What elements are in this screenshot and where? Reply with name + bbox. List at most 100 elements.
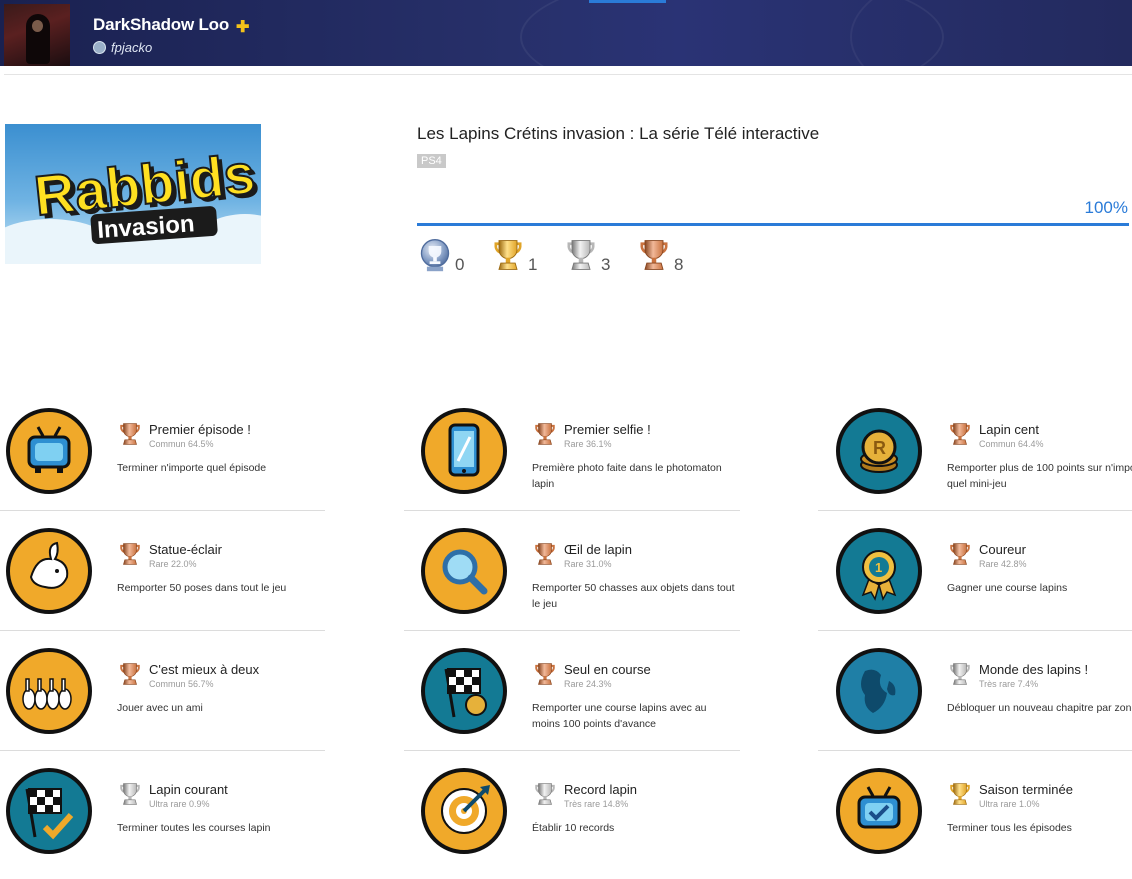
divider bbox=[404, 630, 740, 631]
plus-icon: ✚ bbox=[236, 19, 250, 36]
trophy-description: Débloquer un nouveau chapitre par zone bbox=[947, 702, 1132, 714]
platinum-trophy-count: 0 bbox=[455, 254, 465, 274]
trophy-rarity: Ultra rare 0.9% bbox=[149, 799, 210, 809]
trophy-item[interactable]: Premier épisode ! Commun 64.5% Terminer … bbox=[5, 407, 335, 519]
trophy-item[interactable]: R Lapin cent Commun 64.4% Remporter plus… bbox=[835, 407, 1132, 519]
bronze-trophy-icon bbox=[532, 661, 558, 685]
silver-trophy-icon bbox=[117, 781, 143, 805]
coin-stack-icon[interactable]: R bbox=[835, 407, 923, 495]
profile-username[interactable]: DarkShadow Loo bbox=[93, 15, 229, 35]
tv-check-icon[interactable] bbox=[835, 767, 923, 855]
trophy-name[interactable]: C'est mieux à deux bbox=[149, 662, 259, 677]
bronze-trophy-icon bbox=[532, 541, 558, 565]
trophy-item[interactable]: Record lapin Très rare 14.8% Établir 10 … bbox=[420, 767, 750, 879]
trophy-name[interactable]: Monde des lapins ! bbox=[979, 662, 1088, 677]
trophy-name[interactable]: Lapin courant bbox=[149, 782, 228, 797]
silver-trophy-icon bbox=[947, 661, 973, 685]
bronze-trophy-icon bbox=[117, 421, 143, 445]
divider bbox=[404, 750, 740, 751]
divider bbox=[404, 510, 740, 511]
trophy-description: Établir 10 records bbox=[532, 822, 615, 834]
trophy-rarity: Très rare 14.8% bbox=[564, 799, 629, 809]
bronze-trophy-icon bbox=[117, 661, 143, 685]
trophy-item[interactable]: Lapin courant Ultra rare 0.9% Terminer t… bbox=[5, 767, 335, 879]
divider bbox=[4, 74, 1132, 75]
bronze-trophy-icon bbox=[947, 541, 973, 565]
target-icon[interactable] bbox=[420, 767, 508, 855]
trophy-description: Première photo faite dans le photomaton … bbox=[532, 462, 722, 490]
game-title: Les Lapins Crétins invasion : La série T… bbox=[417, 124, 820, 143]
header-active-indicator bbox=[589, 0, 666, 3]
profile-header: DarkShadow Loo ✚ fpjacko bbox=[0, 0, 1132, 66]
gold-trophy-icon bbox=[490, 237, 526, 278]
trophy-rarity: Commun 56.7% bbox=[149, 679, 214, 689]
trophy-item[interactable]: Premier selfie ! Rare 36.1% Première pho… bbox=[420, 407, 750, 519]
trophy-name[interactable]: Premier selfie ! bbox=[564, 422, 651, 437]
trophy-name[interactable]: Premier épisode ! bbox=[149, 422, 251, 437]
bronze-trophy-count: 8 bbox=[674, 254, 684, 274]
trophy-description: Remporter 50 chasses aux objets dans tou… bbox=[532, 582, 735, 610]
svg-text:1: 1 bbox=[875, 560, 882, 575]
trophy-rarity: Ultra rare 1.0% bbox=[979, 799, 1040, 809]
trophy-name[interactable]: Lapin cent bbox=[979, 422, 1039, 437]
trophy-name[interactable]: Œil de lapin bbox=[564, 542, 632, 557]
trophy-rarity: Commun 64.5% bbox=[149, 439, 214, 449]
trophy-description: Terminer tous les épisodes bbox=[947, 822, 1072, 834]
rabbit-group-icon[interactable] bbox=[5, 647, 93, 735]
bronze-trophy-icon bbox=[947, 421, 973, 445]
trophy-rarity: Rare 36.1% bbox=[564, 439, 612, 449]
trophy-name[interactable]: Coureur bbox=[979, 542, 1026, 557]
trophy-summary-gold: 1 bbox=[490, 237, 537, 278]
trophy-rarity: Rare 24.3% bbox=[564, 679, 612, 689]
silver-trophy-count: 3 bbox=[601, 254, 611, 274]
trophy-summary-bronze: 8 bbox=[636, 237, 683, 278]
trophy-item[interactable]: C'est mieux à deux Commun 56.7% Jouer av… bbox=[5, 647, 335, 759]
checkered-flag-coin-icon[interactable] bbox=[420, 647, 508, 735]
trophy-item[interactable]: Monde des lapins ! Très rare 7.4% Débloq… bbox=[835, 647, 1132, 759]
trophy-name[interactable]: Statue-éclair bbox=[149, 542, 222, 557]
gold-trophy-count: 1 bbox=[528, 254, 538, 274]
divider bbox=[818, 630, 1132, 631]
phone-icon[interactable] bbox=[420, 407, 508, 495]
trophy-item[interactable]: Seul en course Rare 24.3% Remporter une … bbox=[420, 647, 750, 759]
trophy-name[interactable]: Seul en course bbox=[564, 662, 651, 677]
magnifier-icon[interactable] bbox=[420, 527, 508, 615]
trophy-rarity: Très rare 7.4% bbox=[979, 679, 1039, 689]
trophy-description: Remporter une course lapins avec au moin… bbox=[532, 702, 707, 730]
header-decoration bbox=[850, 0, 1132, 66]
divider bbox=[0, 630, 325, 631]
trophy-item[interactable]: 1 Coureur Rare 42.8% Gagner une course l… bbox=[835, 527, 1132, 639]
trophy-description: Remporter 50 poses dans tout le jeu bbox=[117, 582, 287, 594]
avatar[interactable] bbox=[4, 4, 70, 66]
trophy-description: Remporter plus de 100 points sur n'impor… bbox=[947, 462, 1132, 490]
world-map-icon[interactable] bbox=[835, 647, 923, 735]
trophy-rarity: Commun 64.4% bbox=[979, 439, 1044, 449]
trophy-rarity: Rare 31.0% bbox=[564, 559, 612, 569]
trophy-name[interactable]: Saison terminée bbox=[979, 782, 1073, 797]
trophy-summary-silver: 3 bbox=[563, 237, 610, 278]
platinum-trophy-icon bbox=[417, 237, 453, 278]
tv-icon[interactable] bbox=[5, 407, 93, 495]
trophy-description: Gagner une course lapins bbox=[947, 582, 1068, 594]
trophy-item[interactable]: Œil de lapin Rare 31.0% Remporter 50 cha… bbox=[420, 527, 750, 639]
rabbit-pose-icon[interactable] bbox=[5, 527, 93, 615]
trophy-summary-platinum: 0 bbox=[417, 237, 464, 278]
svg-text:R: R bbox=[873, 438, 886, 458]
psn-id-row: fpjacko bbox=[93, 40, 152, 55]
trophy-description: Terminer n'importe quel épisode bbox=[117, 462, 267, 474]
trophy-description: Jouer avec un ami bbox=[117, 702, 203, 714]
trophy-rarity: Rare 22.0% bbox=[149, 559, 197, 569]
user-icon bbox=[93, 41, 106, 54]
checkered-flag-check-icon[interactable] bbox=[5, 767, 93, 855]
progress-bar bbox=[417, 223, 1129, 226]
medal-icon[interactable]: 1 bbox=[835, 527, 923, 615]
platform-badge: PS4 bbox=[417, 154, 446, 168]
divider bbox=[0, 750, 325, 751]
trophy-item[interactable]: Statue-éclair Rare 22.0% Remporter 50 po… bbox=[5, 527, 335, 639]
bronze-trophy-icon bbox=[532, 421, 558, 445]
trophy-description: Terminer toutes les courses lapin bbox=[117, 822, 271, 834]
divider bbox=[818, 510, 1132, 511]
trophy-item[interactable]: Saison terminée Ultra rare 1.0% Terminer… bbox=[835, 767, 1132, 879]
progress-percent: 100% bbox=[1084, 198, 1128, 217]
trophy-name[interactable]: Record lapin bbox=[564, 782, 637, 797]
